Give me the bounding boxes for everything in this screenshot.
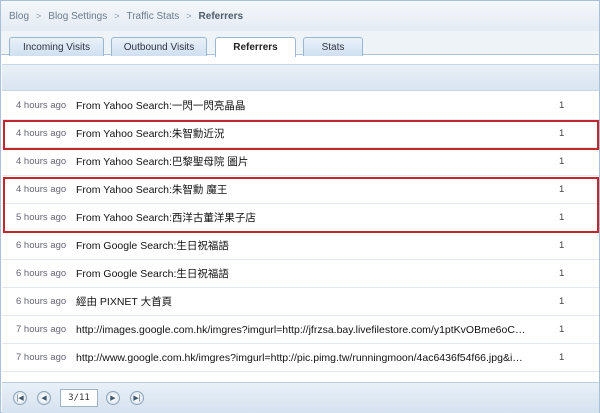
row-count: 1 [559, 352, 565, 363]
row-count: 1 [559, 296, 565, 307]
table-row[interactable]: 7 hours ago http://www.google.com.hk/img… [2, 344, 599, 372]
table-row[interactable]: 4 hours ago From Yahoo Search:朱智勳 魔王 1 [2, 176, 599, 204]
tab-bar: Incoming Visits Outbound Visits Referrer… [1, 31, 599, 57]
row-count: 1 [559, 212, 565, 223]
table-row[interactable]: 6 hours ago From Google Search:生日祝福語 1 [2, 260, 599, 288]
breadcrumb: Blog > Blog Settings > Traffic Stats > R… [1, 1, 599, 31]
breadcrumb-separator: > [36, 11, 42, 21]
last-page-icon[interactable]: ▶| [130, 391, 144, 405]
row-time: 6 hours ago [16, 296, 67, 307]
table-row[interactable]: 4 hours ago From Yahoo Search:一閃一閃亮晶晶 1 [2, 92, 599, 120]
row-time: 7 hours ago [16, 324, 67, 335]
row-time: 5 hours ago [16, 212, 67, 223]
pagination-bar: |◀ ◀ 3/11 ▶ ▶| [2, 382, 599, 413]
row-source: From Google Search:生日祝福語 [76, 268, 229, 280]
tab-incoming-visits[interactable]: Incoming Visits [9, 37, 104, 56]
table-header [2, 64, 599, 91]
referrer-list: 4 hours ago From Yahoo Search:一閃一閃亮晶晶 1 … [2, 92, 599, 372]
row-time: 6 hours ago [16, 240, 67, 251]
breadcrumb-blog-settings[interactable]: Blog Settings [48, 11, 107, 22]
row-time: 4 hours ago [16, 128, 67, 139]
row-source: 經由 PIXNET 大首頁 [76, 296, 173, 308]
row-time: 4 hours ago [16, 184, 67, 195]
page-number-input[interactable]: 3/11 [60, 389, 98, 407]
row-count: 1 [559, 156, 565, 167]
next-page-icon[interactable]: ▶ [106, 391, 120, 405]
prev-page-icon[interactable]: ◀ [37, 391, 51, 405]
row-source: From Google Search:生日祝福語 [76, 240, 229, 252]
table-row[interactable]: 5 hours ago From Yahoo Search:西洋古董洋果子店 1 [2, 204, 599, 232]
table-row[interactable]: 4 hours ago From Yahoo Search:朱智勳近況 1 [2, 120, 599, 148]
breadcrumb-current: Referrers [198, 10, 244, 22]
row-count: 1 [559, 100, 565, 111]
table-row[interactable]: 7 hours ago http://images.google.com.hk/… [2, 316, 599, 344]
row-source: From Yahoo Search:一閃一閃亮晶晶 [76, 100, 246, 112]
row-source-link[interactable]: http://www.google.com.hk/imgres?imgurl=h… [76, 352, 531, 364]
row-count: 1 [559, 324, 565, 335]
row-time: 7 hours ago [16, 352, 67, 363]
table-row[interactable]: 6 hours ago From Google Search:生日祝福語 1 [2, 232, 599, 260]
row-count: 1 [559, 184, 565, 195]
table-row[interactable]: 4 hours ago From Yahoo Search:巴黎聖母院 圖片 1 [2, 148, 599, 176]
row-source-link[interactable]: http://images.google.com.hk/imgres?imgur… [76, 324, 531, 336]
tab-stats[interactable]: Stats [303, 37, 363, 56]
breadcrumb-separator: > [114, 11, 120, 21]
row-count: 1 [559, 240, 565, 251]
row-source: From Yahoo Search:西洋古董洋果子店 [76, 212, 256, 224]
row-time: 6 hours ago [16, 268, 67, 279]
tab-outbound-visits[interactable]: Outbound Visits [111, 37, 207, 56]
breadcrumb-traffic-stats[interactable]: Traffic Stats [126, 11, 179, 22]
row-source: From Yahoo Search:朱智勳近況 [76, 128, 225, 140]
breadcrumb-separator: > [186, 11, 192, 21]
referrers-panel: Blog > Blog Settings > Traffic Stats > R… [0, 0, 600, 413]
row-source: From Yahoo Search:巴黎聖母院 圖片 [76, 156, 249, 168]
tab-referrers[interactable]: Referrers [215, 37, 296, 57]
row-source: From Yahoo Search:朱智勳 魔王 [76, 184, 228, 196]
breadcrumb-blog[interactable]: Blog [9, 11, 29, 22]
row-time: 4 hours ago [16, 100, 67, 111]
row-time: 4 hours ago [16, 156, 67, 167]
table-row[interactable]: 6 hours ago 經由 PIXNET 大首頁 1 [2, 288, 599, 316]
row-count: 1 [559, 268, 565, 279]
first-page-icon[interactable]: |◀ [13, 391, 27, 405]
row-count: 1 [559, 128, 565, 139]
